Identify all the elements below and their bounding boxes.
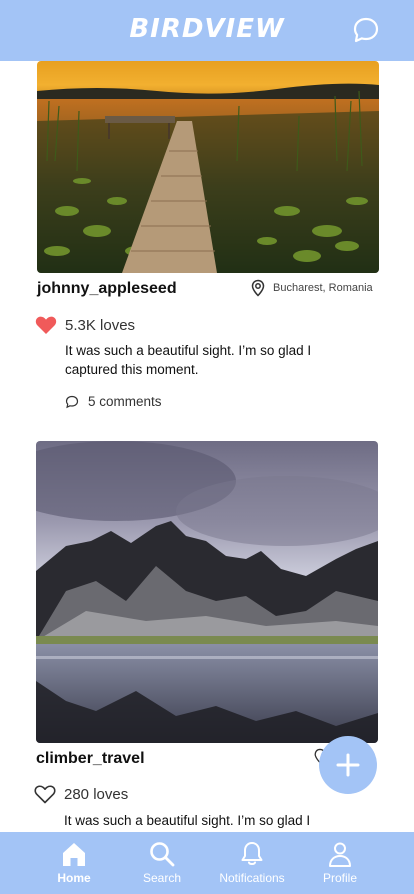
heart-outline-icon[interactable]	[34, 784, 56, 804]
post-location: Bucharest, Romania	[273, 282, 373, 294]
post-loves-count: 5.3K loves	[65, 317, 136, 334]
tab-notifications-label: Notifications	[219, 871, 285, 885]
home-icon	[63, 843, 85, 866]
bottom-tab-bar: Home Search Notifications Profile	[0, 832, 414, 894]
tab-profile-label: Profile	[322, 871, 357, 885]
post-username[interactable]: johnny_appleseed	[37, 280, 177, 298]
tab-search-label: Search	[142, 871, 182, 885]
heart-filled-icon[interactable]	[35, 315, 57, 335]
post-caption: It was such a beautiful sight. I’m so gl…	[65, 343, 312, 377]
post-caption: It was such a beautiful sight. I’m so gl…	[64, 813, 311, 828]
tab-notifications[interactable]: Notifications	[207, 832, 297, 894]
chat-bubble-icon[interactable]	[352, 16, 380, 44]
post-image[interactable]	[37, 61, 379, 273]
location-pin-icon	[251, 279, 265, 297]
comment-icon[interactable]	[65, 395, 79, 409]
plus-icon	[336, 753, 360, 777]
post-username[interactable]: climber_travel	[36, 750, 145, 768]
create-post-button[interactable]	[319, 736, 377, 794]
bell-icon	[241, 842, 263, 865]
search-icon	[150, 842, 175, 867]
post-image[interactable]	[36, 441, 378, 743]
post-loves-count: 280 loves	[64, 786, 129, 803]
tab-search[interactable]: Search	[117, 832, 207, 894]
app-header: BIRDVIEW	[0, 0, 414, 61]
feed[interactable]: johnny_appleseed Bucharest, Romania 5.3K…	[0, 61, 414, 832]
tab-home[interactable]: Home	[29, 832, 119, 894]
tab-profile[interactable]: Profile	[295, 832, 385, 894]
person-icon	[329, 842, 351, 867]
tab-home-label: Home	[57, 871, 91, 885]
post-comments-link[interactable]: 5 comments	[88, 394, 162, 409]
